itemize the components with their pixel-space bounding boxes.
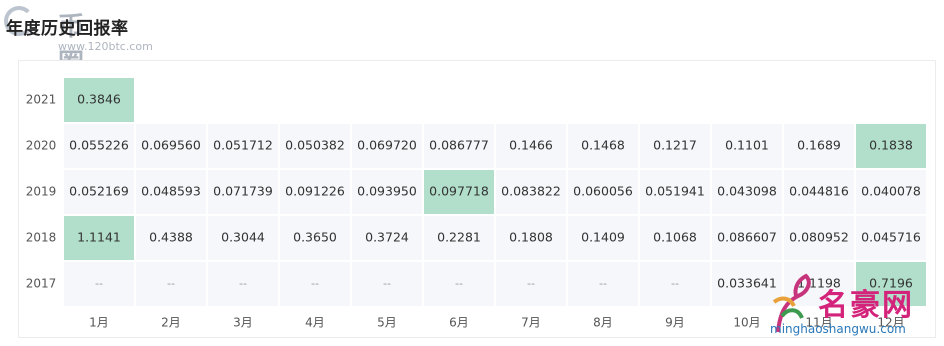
- cell-value: 0.051712: [213, 138, 273, 153]
- row-label-2020: 2020: [26, 139, 57, 153]
- cell-value: 0.1466: [509, 138, 553, 153]
- watermark-badge: 名豪网 minghaoshangwu.com: [766, 272, 942, 344]
- cell-value: 0.1101: [725, 138, 769, 153]
- cell-value: 0.3724: [365, 230, 409, 245]
- cell-value: 0.097718: [429, 184, 489, 199]
- column-label: 2月: [161, 316, 181, 330]
- column-label: 5月: [377, 316, 397, 330]
- cell-value: 0.091226: [285, 184, 345, 199]
- column-label: 9月: [665, 316, 685, 330]
- cell-value: 0.1409: [581, 230, 625, 245]
- cell-value: 0.3044: [221, 230, 265, 245]
- cell-value: 0.1689: [797, 138, 841, 153]
- cell-value: --: [671, 277, 679, 290]
- cell-value: 0.052169: [69, 184, 129, 199]
- cell-value: 0.1217: [653, 138, 697, 153]
- cell-value: 0.1838: [869, 138, 913, 153]
- column-label: 8月: [593, 316, 613, 330]
- cell-value: 0.071739: [213, 184, 273, 199]
- cell-value: 0.069560: [141, 138, 201, 153]
- cell-value: 0.086777: [429, 138, 489, 153]
- cell-value: 0.050382: [285, 138, 345, 153]
- cell-value: --: [95, 277, 103, 290]
- cell-value: 0.043098: [717, 184, 777, 199]
- cell-value: 0.4388: [149, 230, 193, 245]
- cell-value: 0.051941: [645, 184, 705, 199]
- cell-value: --: [455, 277, 463, 290]
- cell-value: --: [239, 277, 247, 290]
- cell-value: 1.1141: [77, 230, 121, 245]
- cell-value: 0.040078: [861, 184, 921, 199]
- cell-value: 0.044816: [789, 184, 849, 199]
- row-label-2018: 2018: [26, 231, 57, 245]
- cell-value: --: [383, 277, 391, 290]
- cell-value: 0.048593: [141, 184, 201, 199]
- cell-value: 0.055226: [69, 138, 129, 153]
- row-label-2019: 2019: [26, 185, 57, 199]
- cell-value: 0.1468: [581, 138, 625, 153]
- column-label: 10月: [733, 316, 760, 330]
- watermark-brand: 名豪网: [818, 288, 914, 323]
- row-label-2017: 2017: [26, 277, 57, 291]
- cell-value: 0.086607: [717, 230, 777, 245]
- cell-value: 0.1808: [509, 230, 553, 245]
- cell-value: 0.080952: [789, 230, 849, 245]
- column-label: 1月: [89, 316, 109, 330]
- cell-value: --: [167, 277, 175, 290]
- cell-value: 0.2281: [437, 230, 481, 245]
- cell-value: --: [599, 277, 607, 290]
- cell-value: --: [527, 277, 535, 290]
- column-label: 7月: [521, 316, 541, 330]
- cell-value: 0.093950: [357, 184, 417, 199]
- column-label: 6月: [449, 316, 469, 330]
- cell-value: 0.1068: [653, 230, 697, 245]
- cell-value: --: [311, 277, 319, 290]
- cell-value: 0.3650: [293, 230, 337, 245]
- cell-value: 0.060056: [573, 184, 633, 199]
- logo-url: www.120btc.com: [58, 40, 153, 53]
- cell-value: 0.3846: [77, 92, 121, 107]
- chart-title: 年度历史回报率: [6, 19, 129, 39]
- cell-value: 0.083822: [501, 184, 561, 199]
- column-label: 4月: [305, 316, 325, 330]
- row-label-2021: 2021: [26, 93, 57, 107]
- cell-value: 0.069720: [357, 138, 417, 153]
- watermark-domain: minghaoshangwu.com: [770, 322, 906, 336]
- cell-value: 0.045716: [861, 230, 921, 245]
- column-label: 3月: [233, 316, 253, 330]
